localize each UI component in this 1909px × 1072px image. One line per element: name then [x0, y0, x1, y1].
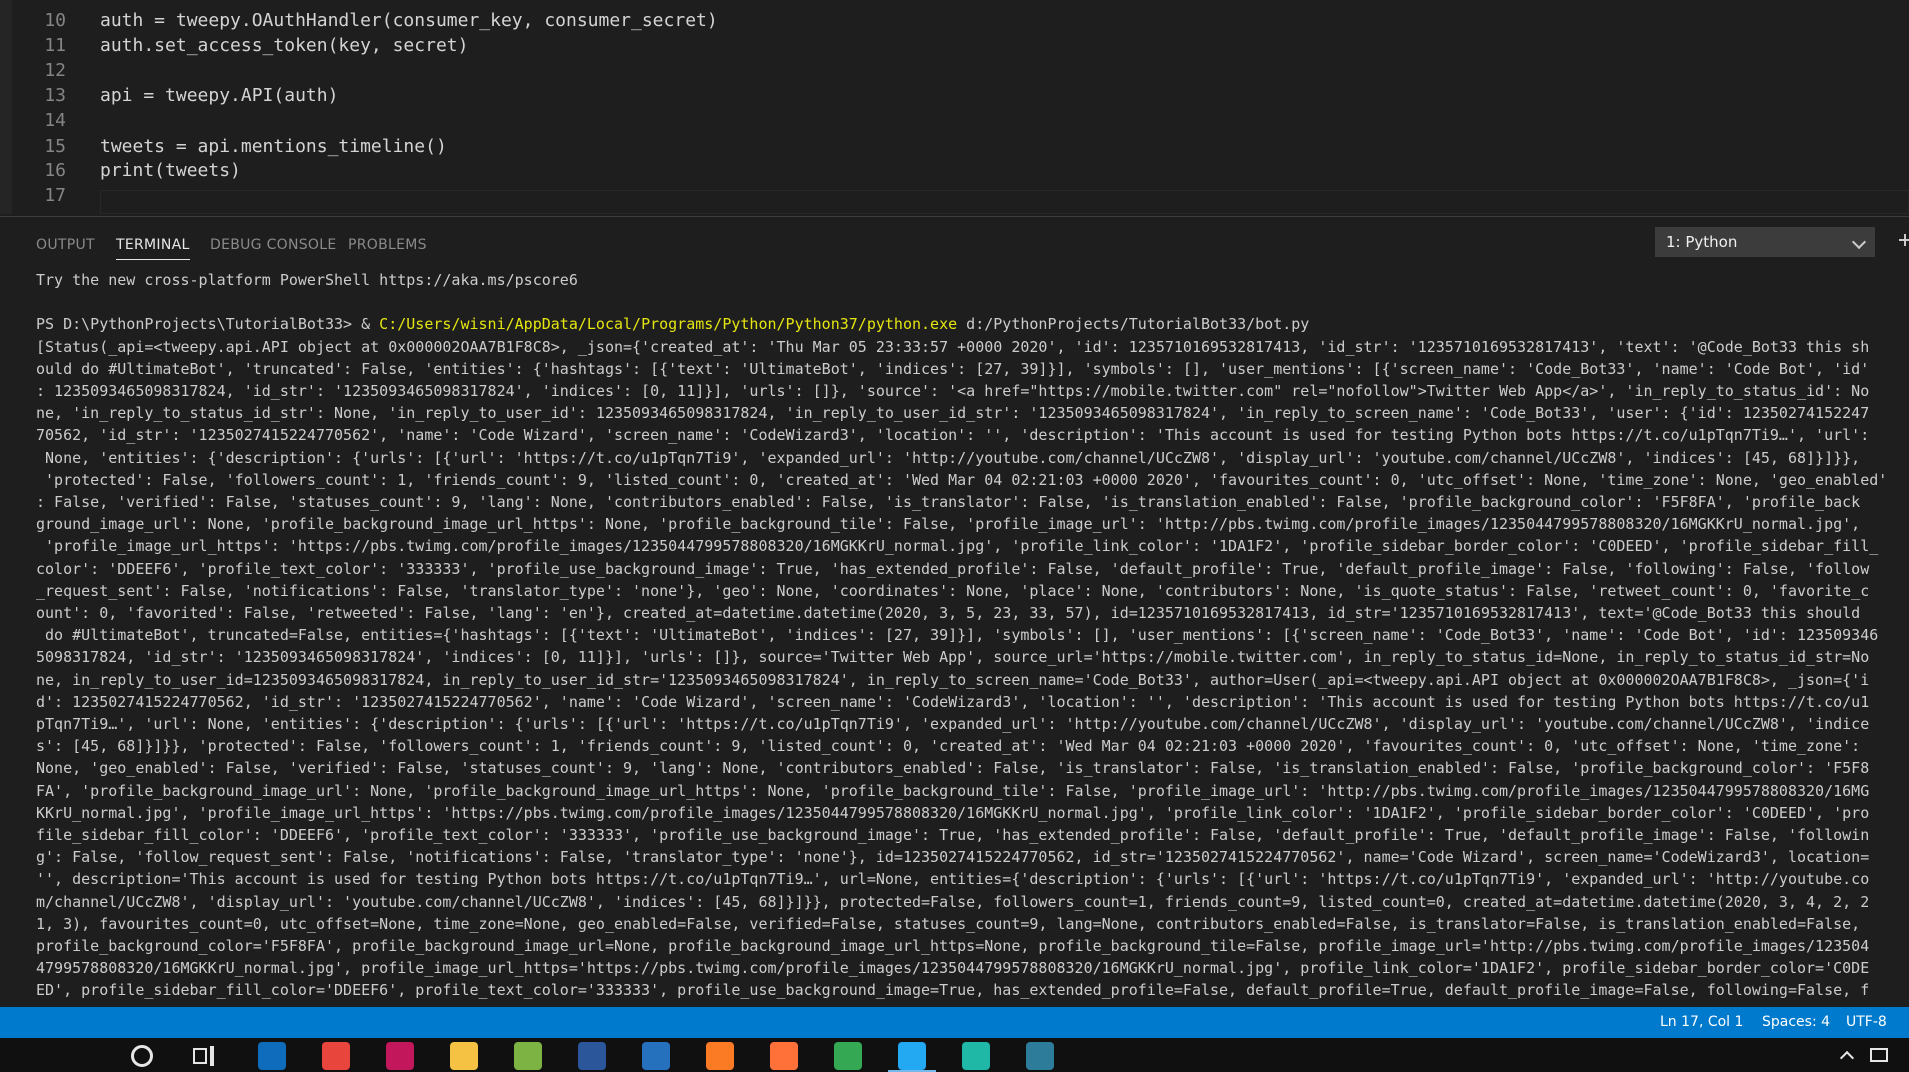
terminal-output-line: : False, 'verified': False, 'statuses_co… [36, 493, 1861, 512]
code-line[interactable]: 13 api = tweepy.API(auth) [0, 83, 1909, 108]
task-view-icon[interactable] [190, 1042, 218, 1070]
intellij-icon[interactable] [386, 1042, 414, 1070]
tray-overflow-chevron-icon[interactable] [1839, 1050, 1855, 1066]
status-indentation[interactable]: Spaces: 4 [1762, 1007, 1830, 1038]
terminal-output-line: 'profile_image_url_https': 'https://pbs.… [36, 537, 1879, 556]
terminal-output-line: file_sidebar_fill_color': 'DDEEF6', 'pro… [36, 826, 1870, 845]
terminal-output-line: None, 'entities': {'description': {'urls… [36, 448, 1861, 467]
line-number: 15 [44, 136, 66, 157]
terminal-output-line: ne, 'in_reply_to_status_id_str': None, '… [36, 404, 1870, 423]
status-bar: Ln 17, Col 1 Spaces: 4 UTF-8 [0, 1007, 1909, 1038]
terminal-prompt: PS D:\PythonProjects\TutorialBot33> & [36, 315, 380, 334]
terminal-instance-label: 1: Python [1666, 233, 1738, 251]
new-terminal-plus-icon[interactable] [1896, 227, 1909, 253]
terminal-instance-select[interactable]: 1: Python [1655, 227, 1875, 257]
xampp-icon[interactable] [706, 1042, 734, 1070]
terminal-output-line: : 1235093465098317824, 'id_str': '123509… [36, 382, 1870, 400]
powershell-icon[interactable] [642, 1042, 670, 1070]
code-line[interactable]: 10 auth = tweepy.OAuthHandler(consumer_ke… [0, 8, 1909, 33]
code-text: print(tweets) [100, 160, 241, 181]
tab-terminal[interactable]: TERMINAL [116, 231, 190, 260]
tab-debug-console[interactable]: DEBUG CONSOLE [210, 231, 337, 259]
terminal-output-line: s': [45, 68]}]}}, 'protected': False, 'f… [36, 737, 1861, 756]
line-number: 16 [44, 160, 66, 181]
terminal-output-line: 70562, 'id_str': '1235027415224770562', … [36, 426, 1870, 445]
terminal-output-line: ount': 0, 'favorited': False, 'retweeted… [36, 604, 1861, 623]
terminal-output-line: profile_background_color='F5F8FA', profi… [36, 937, 1870, 956]
status-cursor-position[interactable]: Ln 17, Col 1 [1660, 1007, 1743, 1038]
code-line[interactable]: 14 [0, 108, 1909, 133]
terminal-output-line: '', description='This account is used fo… [36, 870, 1870, 889]
vscode-icon[interactable] [898, 1042, 926, 1070]
status-encoding[interactable]: UTF-8 [1846, 1007, 1887, 1038]
terminal-output-line: g': False, 'follow_request_sent': False,… [36, 848, 1870, 867]
discord-icon[interactable] [962, 1042, 990, 1070]
terminal-output-line: m/channel/UCcZW8', 'display_url': 'youtu… [36, 892, 1870, 911]
terminal-output-line: 1, 3), favourites_count=0, utc_offset=No… [36, 914, 1861, 933]
line-number: 14 [44, 110, 66, 131]
line-number: 11 [44, 35, 66, 56]
terminal-output-line: ould do #UltimateBot', 'truncated': Fals… [36, 359, 1870, 378]
terminal-output-line: 4799578808320/16MGKKrU_normal.jpg', prof… [36, 959, 1870, 978]
terminal-output-line: [Status(_api=<tweepy.api.API object at 0… [36, 337, 1870, 356]
terminal-output-line: d': 1235027415224770562, 'id_str': '1235… [36, 692, 1870, 711]
terminal-output-line: pTqn7Ti9…', 'url': None, 'entities': {'d… [36, 715, 1870, 734]
windows-taskbar [0, 1038, 1909, 1072]
code-text: tweets = api.mentions_timeline() [100, 136, 447, 157]
terminal-output-line: ED', profile_sidebar_fill_color='DDEEF6'… [36, 981, 1870, 1000]
mail-icon[interactable] [258, 1042, 286, 1070]
terminal-output-line: do #UltimateBot', truncated=False, entit… [36, 626, 1879, 645]
terminal-script-arg: d:/PythonProjects/TutorialBot33/bot.py [957, 315, 1310, 334]
line-number: 13 [44, 85, 66, 106]
terminal-output-line: ground_image_url': None, 'profile_backgr… [36, 515, 1861, 534]
terminal-view[interactable]: Try the new cross-platform PowerShell ht… [36, 269, 1900, 1004]
android-icon[interactable] [514, 1042, 542, 1070]
network-icon[interactable] [1870, 1048, 1888, 1062]
current-line-highlight [100, 190, 1909, 214]
line-number: 10 [44, 10, 66, 31]
terminal-python-path: C:/Users/wisni/AppData/Local/Programs/Py… [379, 315, 958, 334]
chevron-down-icon [1851, 234, 1867, 250]
terminal-output-line: ne, in_reply_to_user_id=1235093465098317… [36, 670, 1870, 689]
line-number: 12 [44, 60, 66, 81]
code-text: auth.set_access_token(key, secret) [100, 35, 469, 56]
terminal-output-line: _request_sent': False, 'notifications': … [36, 581, 1870, 600]
bottom-panel: OUTPUT TERMINAL DEBUG CONSOLE PROBLEMS 1… [0, 216, 1909, 1008]
terminal-banner: Try the new cross-platform PowerShell ht… [36, 271, 578, 289]
code-text: auth = tweepy.OAuthHandler(consumer_key,… [100, 10, 718, 31]
terminal-output-line: 5098317824, 'id_str': '12350934650983178… [36, 648, 1870, 667]
terminal-output-line: KKrU_normal.jpg', 'profile_image_url_htt… [36, 803, 1870, 822]
tab-problems[interactable]: PROBLEMS [348, 231, 427, 259]
code-line[interactable]: 12 [0, 58, 1909, 83]
cortana-search-icon[interactable] [131, 1045, 153, 1067]
firefox-icon[interactable] [770, 1042, 798, 1070]
code-line[interactable]: 16 print(tweets) [0, 158, 1909, 183]
tab-output[interactable]: OUTPUT [36, 231, 95, 259]
code-editor[interactable]: 10 auth = tweepy.OAuthHandler(consumer_ke… [0, 0, 1909, 214]
terminal-output: [Status(_api=<tweepy.api.API object at 0… [36, 336, 1900, 1002]
terminal-output-line: None, 'geo_enabled': False, 'verified': … [36, 759, 1870, 778]
terminal-output-line: FA', 'profile_background_image_url': Non… [36, 781, 1870, 800]
terminal-output-line: 'protected': False, 'followers_count': 1… [36, 470, 1888, 489]
word-icon[interactable] [578, 1042, 606, 1070]
terminal-output-line: color': 'DDEEF6', 'profile_text_color': … [36, 559, 1870, 578]
chrome-icon[interactable] [322, 1042, 350, 1070]
code-text: api = tweepy.API(auth) [100, 85, 339, 106]
file-explorer-icon[interactable] [450, 1042, 478, 1070]
code-line[interactable]: 11 auth.set_access_token(key, secret) [0, 33, 1909, 58]
line-number: 17 [44, 185, 66, 206]
terminal-command-line: PS D:\PythonProjects\TutorialBot33> & C:… [36, 313, 1900, 335]
powerapps-icon[interactable] [1026, 1042, 1054, 1070]
vpn-icon[interactable] [834, 1042, 862, 1070]
code-line[interactable]: 15 tweets = api.mentions_timeline() [0, 134, 1909, 159]
